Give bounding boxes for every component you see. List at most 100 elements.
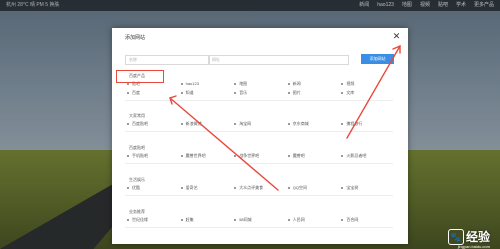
site-item-label: 百合网 [346, 217, 359, 222]
bullet-icon [341, 91, 344, 94]
section: 生活娱乐优酷 爱奇艺 大众点评美食 QQ空间 宝宝树 [125, 176, 393, 196]
divider [125, 195, 393, 196]
site-item[interactable]: 火影忍者吧 [339, 152, 393, 159]
divider [125, 131, 393, 132]
site-item[interactable]: 知道 [179, 89, 233, 96]
site-item[interactable]: 宝宝树 [339, 184, 393, 191]
site-grid: 百度贴吧 新浪微博 淘宝网 京东商城 携程旅行 [125, 120, 393, 127]
site-item-label: 淘宝网 [239, 121, 252, 126]
site-item[interactable]: 人民网 [286, 216, 340, 223]
site-item-label: 视频 [346, 81, 355, 86]
site-item[interactable]: 魔兽世界吧 [179, 152, 233, 159]
bullet-icon [180, 186, 183, 189]
bullet-icon [180, 82, 183, 85]
site-grid: 世纪佳缘 赶集 58同城 人民网 百合网 [125, 216, 393, 223]
site-item-label: 知道 [185, 90, 194, 95]
site-item-label: 宝宝树 [346, 185, 359, 190]
bullet-icon [127, 91, 129, 94]
site-item[interactable]: 大众点评美食 [232, 184, 286, 191]
site-item-label: 文库 [346, 90, 355, 95]
site-item-label: 爱奇艺 [185, 185, 198, 190]
site-item[interactable]: QQ空间 [286, 184, 340, 191]
bullet-icon [234, 218, 237, 221]
watermark-url: jingyan.baidu.com [457, 244, 490, 249]
bullet-icon [287, 186, 290, 189]
site-item[interactable]: 视频 [339, 80, 393, 87]
site-item-label: 新浪微博 [185, 121, 202, 126]
site-item-label: 音乐 [239, 90, 248, 95]
add-site-dialog: 添加网站 ✕ 名称 网址 添加网站 百度产品 贴吧 hao123 地图 新闻 视频 百度 知道… [112, 28, 408, 244]
site-item[interactable]: 战争世界吧 [232, 152, 286, 159]
site-item[interactable]: 优酷 [125, 184, 179, 191]
bullet-icon [287, 218, 290, 221]
section-title: 百度产品 [129, 73, 145, 78]
baidu-paw-icon: 🐾 [447, 228, 464, 245]
site-item-label: 地图 [239, 81, 248, 86]
site-item[interactable]: 新闻 [286, 80, 340, 87]
site-item[interactable]: hao123 [179, 80, 233, 87]
add-site-button[interactable]: 添加网站 [361, 54, 394, 64]
site-item[interactable]: 赶集 [179, 216, 233, 223]
site-grid: 手机贴吧 魔兽世界吧 战争世界吧 魔兽吧 火影忍者吧 [125, 152, 393, 159]
site-item[interactable]: 新浪微博 [179, 120, 233, 127]
site-item[interactable]: 百合网 [339, 216, 393, 223]
site-item[interactable]: 魔兽吧 [286, 152, 340, 159]
site-grid: 优酷 爱奇艺 大众点评美食 QQ空间 宝宝树 [125, 184, 393, 191]
site-item-label: 百度 [132, 90, 140, 95]
section-title: 生活娱乐 [129, 177, 145, 182]
bullet-icon [234, 82, 237, 85]
site-item-label: 人民网 [292, 217, 305, 222]
site-item-label: 京东商城 [292, 121, 309, 126]
bullet-icon [180, 154, 183, 157]
divider [125, 227, 393, 228]
site-item[interactable]: 百度贴吧 [125, 120, 179, 127]
bullet-icon [287, 91, 290, 94]
site-item[interactable]: 音乐 [232, 89, 286, 96]
watermark-text: 经验 [465, 230, 490, 244]
bullet-icon [341, 154, 344, 157]
site-item-label: 火影忍者吧 [346, 153, 367, 158]
bullet-icon [341, 82, 344, 85]
site-name-input[interactable]: 名称 [125, 55, 210, 65]
close-icon[interactable]: ✕ [392, 32, 401, 41]
site-item[interactable]: 手机贴吧 [125, 152, 179, 159]
bullet-icon [341, 186, 344, 189]
bullet-icon [180, 91, 183, 94]
section-title: 大家常用 [129, 113, 145, 118]
site-item[interactable]: 地图 [232, 80, 286, 87]
site-item-label: 魔兽世界吧 [185, 153, 206, 158]
divider [125, 100, 393, 101]
bullet-icon [234, 186, 237, 189]
site-item-label: 58同城 [239, 217, 252, 222]
site-item-label: 魔兽吧 [292, 153, 305, 158]
bullet-icon [180, 218, 183, 221]
site-item-label: 世纪佳缘 [132, 217, 148, 222]
site-url-input[interactable]: 网址 [208, 55, 349, 65]
site-item[interactable]: 文库 [339, 89, 393, 96]
site-item-label: 大众点评美食 [239, 185, 264, 190]
bullet-icon [287, 154, 290, 157]
site-item-label: 新闻 [292, 81, 301, 86]
divider [125, 163, 393, 164]
site-item[interactable]: 百度 [125, 89, 179, 96]
dialog-title: 添加网站 [125, 35, 146, 41]
bullet-icon [234, 91, 237, 94]
site-item-label: hao123 [185, 81, 199, 86]
section-title: 业务推荐 [129, 209, 145, 214]
site-item[interactable]: 爱奇艺 [179, 184, 233, 191]
bullet-icon [341, 218, 344, 221]
site-item[interactable]: 世纪佳缘 [125, 216, 179, 223]
site-item[interactable]: 淘宝网 [232, 120, 286, 127]
watermark: 🐾 经验 [447, 228, 490, 245]
site-item-label: 携程旅行 [346, 121, 363, 126]
site-item[interactable]: 京东商城 [286, 120, 340, 127]
section: 业务推荐世纪佳缘 赶集 58同城 人民网 百合网 [125, 208, 393, 228]
site-item[interactable]: 58同城 [232, 216, 286, 223]
bullet-icon [180, 122, 183, 125]
bullet-icon [127, 122, 129, 125]
bullet-icon [287, 82, 290, 85]
bullet-icon [234, 154, 237, 157]
site-item[interactable]: 图片 [286, 89, 340, 96]
site-item[interactable]: 携程旅行 [339, 120, 393, 127]
site-item-label: 战争世界吧 [239, 153, 260, 158]
